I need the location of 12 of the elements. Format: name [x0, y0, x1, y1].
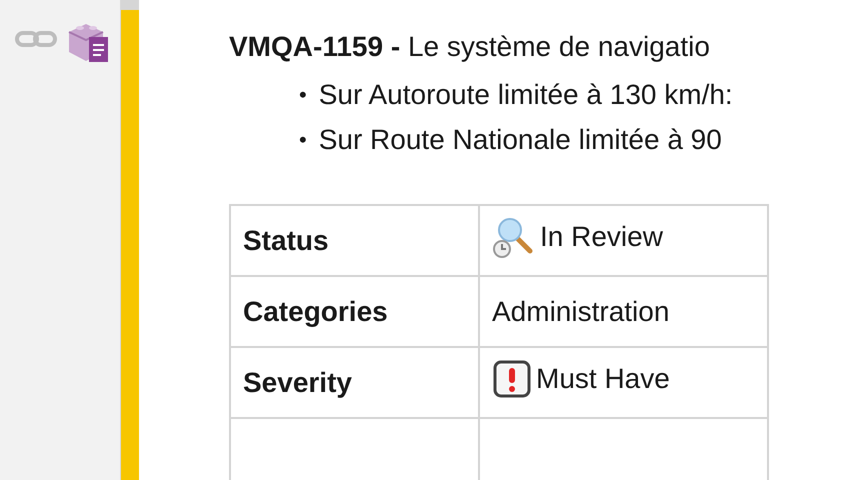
field-label: Categories [230, 276, 479, 347]
bullet-text: Sur Route Nationale limitée à 90 [318, 123, 722, 157]
bullet-marker: • [299, 126, 307, 154]
bullet-text: Sur Autoroute limitée à 130 km/h: [318, 78, 733, 112]
field-label: Severity [230, 347, 479, 418]
bullet-marker: • [299, 81, 307, 109]
issue-title: VMQA-1159 - Le système de navigatio [229, 30, 711, 64]
exclamation-icon [492, 359, 532, 399]
field-label: Status [230, 205, 479, 276]
field-value: Administration [479, 276, 768, 347]
field-value: Must Have [479, 347, 768, 418]
field-value: In Review [479, 205, 768, 276]
